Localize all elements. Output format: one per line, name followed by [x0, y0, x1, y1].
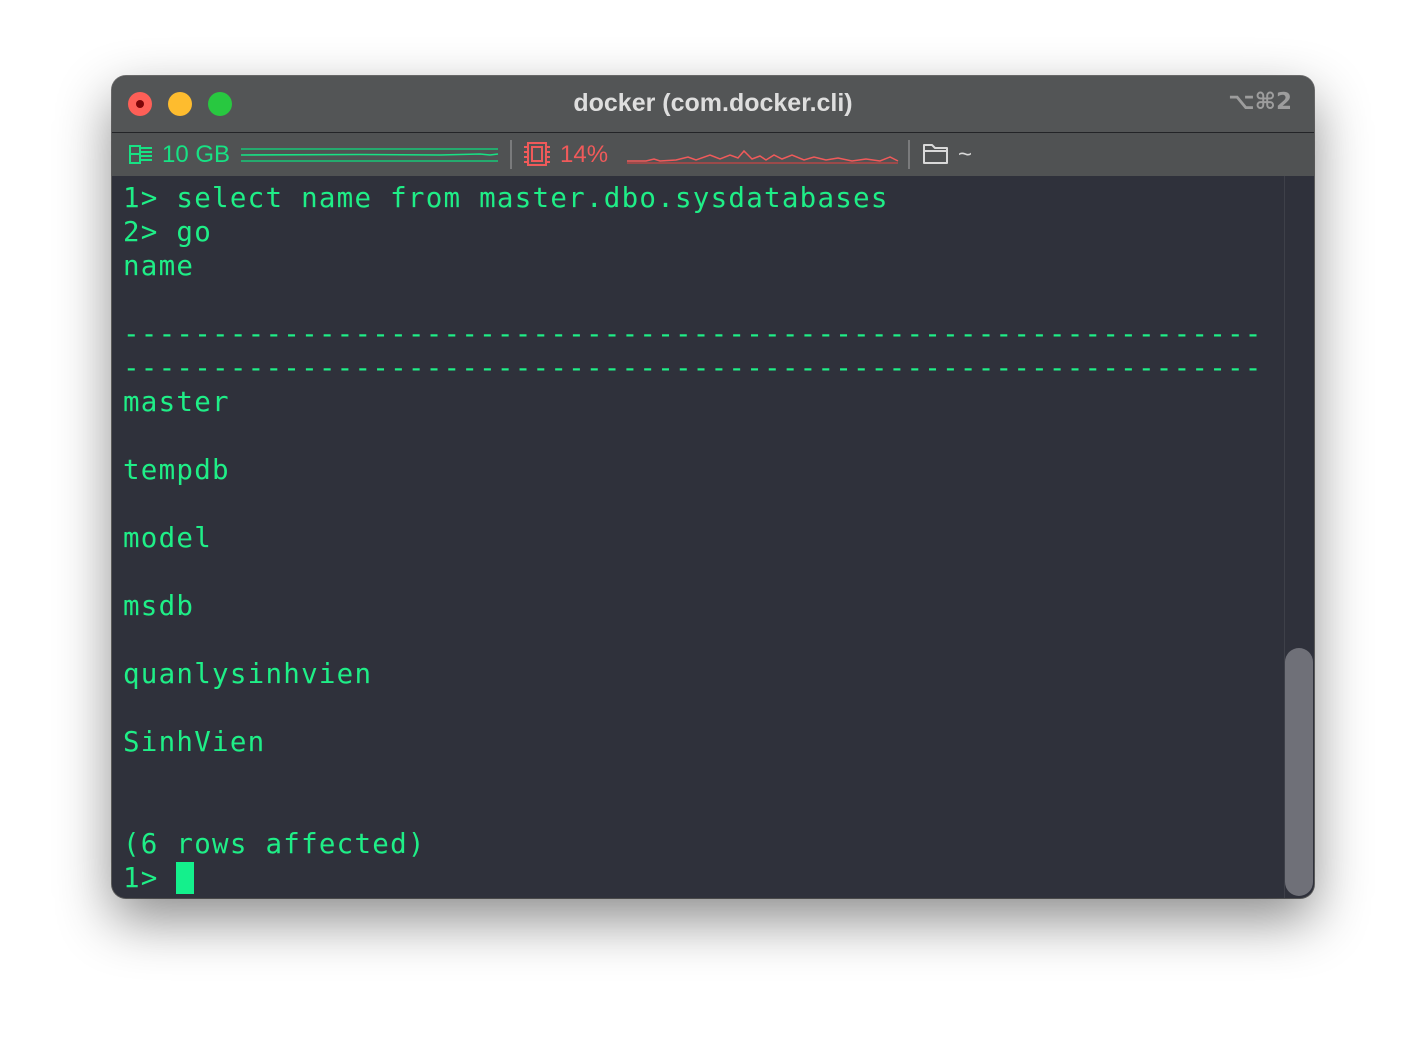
terminal-line: model	[123, 522, 213, 554]
memory-graph	[240, 133, 502, 176]
memory-value: 10 GB	[162, 141, 231, 168]
terminal-prompt: 1>	[123, 862, 177, 894]
title-bar[interactable]: docker (com.docker.cli) ⌥⌘2	[112, 76, 1314, 133]
status-separator	[908, 140, 910, 169]
terminal-line: master	[123, 386, 230, 418]
terminal-line: (6 rows affected)	[123, 828, 426, 860]
terminal-line: name	[123, 250, 195, 282]
terminal-line: tempdb	[123, 454, 230, 486]
scrollbar-thumb[interactable]	[1285, 648, 1313, 896]
terminal-line: ----------------------------------------…	[123, 352, 1263, 384]
terminal-line: 2> go	[123, 216, 213, 248]
memory-icon	[128, 133, 154, 176]
window-shortcut: ⌥⌘2	[1228, 89, 1292, 115]
current-path: ~	[958, 141, 973, 168]
terminal-window: docker (com.docker.cli) ⌥⌘2 10 GB 14% ~ …	[112, 76, 1314, 898]
terminal-line: msdb	[123, 590, 195, 622]
status-bar: 10 GB 14% ~	[112, 133, 1314, 176]
cpu-value: 14%	[560, 141, 609, 168]
cpu-graph	[626, 133, 900, 176]
status-separator	[510, 140, 512, 169]
terminal-line: SinhVien	[123, 726, 266, 758]
terminal-line: quanlysinhvien	[123, 658, 373, 690]
window-title: docker (com.docker.cli)	[573, 89, 853, 117]
cpu-icon	[523, 133, 551, 176]
folder-icon	[922, 133, 950, 176]
terminal-output[interactable]: 1> select name from master.dbo.sysdataba…	[112, 176, 1284, 898]
terminal-line: 1> select name from master.dbo.sysdataba…	[123, 182, 889, 214]
terminal-line: ----------------------------------------…	[123, 318, 1263, 350]
text-cursor	[176, 862, 194, 894]
